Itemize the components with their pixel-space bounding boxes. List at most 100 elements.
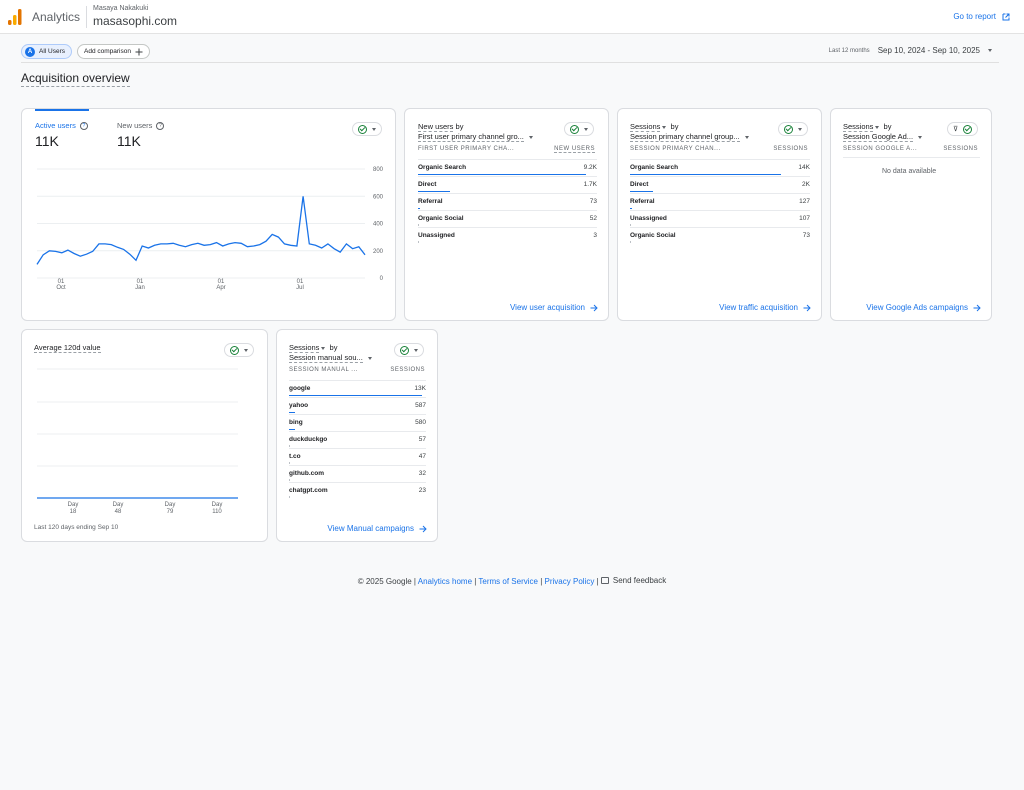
date-range-label: Last 12 months — [828, 47, 870, 54]
x-axis-tick-label: Oct — [56, 285, 66, 291]
row-value: 587 — [415, 402, 426, 409]
header-divider — [86, 6, 87, 28]
row-value-bar — [289, 428, 296, 430]
row-value-bar — [630, 241, 631, 243]
card-title[interactable]: Sessions by Session manual sou... — [289, 343, 372, 363]
row-label: google — [289, 385, 311, 392]
column-header-metric[interactable]: SESSIONS — [943, 146, 978, 152]
row-value: 9.2K — [583, 164, 597, 171]
card-options-button[interactable] — [394, 343, 424, 357]
table-row[interactable]: yahoo 587 — [289, 397, 426, 414]
row-value-bar — [289, 462, 290, 464]
property-name[interactable]: masasophi.com — [93, 14, 177, 28]
column-header-metric[interactable]: NEW USERS — [554, 146, 595, 153]
title-by: by — [670, 122, 679, 131]
row-label: yahoo — [289, 402, 309, 409]
row-value-bar — [289, 445, 290, 447]
card-options-button[interactable]: ⊽ — [947, 122, 979, 136]
sessions-channel-card: Sessions by Session primary channel grou… — [617, 108, 822, 321]
row-value-bar — [289, 394, 422, 396]
x-axis-tick-label: Jan — [135, 285, 145, 291]
table-row[interactable]: google 13K — [289, 380, 426, 397]
row-label: Organic Social — [418, 215, 464, 222]
table-row[interactable]: Unassigned 107 — [630, 210, 810, 227]
row-value: 14K — [798, 164, 810, 171]
table-row[interactable]: Referral 73 — [418, 193, 597, 210]
column-header-dimension: FIRST USER PRIMARY CHA... — [418, 146, 515, 152]
row-value: 3 — [593, 232, 597, 239]
check-circle-icon — [570, 124, 579, 134]
table-row[interactable]: t.co 47 — [289, 448, 426, 465]
row-value: 13K — [414, 385, 426, 392]
add-comparison-button[interactable]: Add comparison — [77, 44, 150, 59]
link-label: View Manual campaigns — [327, 524, 414, 533]
table-row[interactable]: github.com 32 — [289, 465, 426, 482]
row-value-bar — [418, 190, 451, 192]
table-row[interactable]: Organic Search 9.2K — [418, 159, 597, 176]
table-row[interactable]: Referral 127 — [630, 193, 810, 210]
sessions-manual-source-card: Sessions by Session manual sou... SESSIO… — [276, 329, 438, 542]
table-row[interactable]: Organic Social 73 — [630, 227, 810, 244]
chevron-down-icon — [414, 348, 418, 352]
row-value-bar — [289, 496, 290, 498]
top-bar: Analytics Masaya Nakakuki masasophi.com … — [0, 0, 1024, 34]
title-metric: Sessions — [289, 343, 320, 353]
page-title[interactable]: Acquisition overview — [21, 71, 130, 87]
table-row[interactable]: chatgpt.com 23 — [289, 482, 426, 499]
row-value: 23 — [418, 487, 426, 494]
filter-icon[interactable]: ⊽ — [953, 125, 958, 133]
table-row[interactable]: Organic Social 52 — [418, 210, 597, 227]
card-options-button[interactable] — [778, 122, 808, 136]
row-value-bar — [630, 173, 782, 175]
sessions-google-ads-card: Sessions by Session Google Ad... ⊽ SESSI… — [830, 108, 992, 321]
row-label: Direct — [418, 181, 437, 188]
analytics-home-link[interactable]: Analytics home — [418, 577, 472, 586]
title-dimension: Session primary channel group... — [630, 132, 740, 142]
table-row[interactable]: Direct 2K — [630, 176, 810, 193]
row-label: Referral — [630, 198, 655, 205]
footer-separator: | — [474, 577, 477, 586]
x-axis-tick-label: Day — [68, 502, 79, 508]
card-title[interactable]: Sessions by Session primary channel grou… — [630, 122, 749, 142]
all-users-chip[interactable]: A All Users — [21, 44, 73, 59]
analytics-logo-icon[interactable] — [8, 9, 22, 25]
comparison-chips: A All Users Add comparison — [21, 44, 150, 59]
card-options-button[interactable] — [564, 122, 594, 136]
table-row[interactable]: Unassigned 3 — [418, 227, 597, 244]
table-row[interactable]: Organic Search 14K — [630, 159, 810, 176]
chevron-down-icon — [321, 346, 326, 350]
table-row[interactable]: duckduckgo 57 — [289, 431, 426, 448]
card-title[interactable]: New users by First user primary channel … — [418, 122, 533, 142]
row-value-bar — [418, 241, 419, 243]
date-range-picker[interactable]: Last 12 months Sep 10, 2024 - Sep 10, 20… — [829, 46, 992, 55]
row-label: github.com — [289, 470, 325, 477]
row-value: 47 — [418, 453, 426, 460]
send-feedback-button[interactable]: Send feedback — [600, 576, 666, 585]
view-google-ads-campaigns-link[interactable]: View Google Ads campaigns — [866, 303, 981, 312]
view-user-acquisition-link[interactable]: View user acquisition — [510, 303, 598, 312]
new-users-channel-card: New users by First user primary channel … — [404, 108, 609, 321]
row-value: 32 — [418, 470, 426, 477]
check-circle-icon — [400, 345, 409, 355]
row-value: 127 — [799, 198, 810, 205]
view-manual-campaigns-link[interactable]: View Manual campaigns — [327, 524, 427, 533]
privacy-policy-link[interactable]: Privacy Policy — [545, 577, 595, 586]
all-users-label: All Users — [39, 48, 66, 55]
column-header-metric[interactable]: SESSIONS — [773, 146, 808, 152]
y-axis-tick-label: 800 — [373, 167, 384, 173]
title-dimension: Session Google Ad... — [843, 132, 914, 142]
footer-separator: | — [540, 577, 543, 586]
card-title[interactable]: Sessions by Session Google Ad... — [843, 122, 923, 142]
row-value: 2K — [802, 181, 810, 188]
row-value-bar — [289, 479, 290, 481]
account-name[interactable]: Masaya Nakakuki — [93, 5, 148, 12]
table-row[interactable]: bing 580 — [289, 414, 426, 431]
column-header-metric[interactable]: SESSIONS — [390, 367, 425, 373]
table-row[interactable]: Direct 1.7K — [418, 176, 597, 193]
go-to-report-label: Go to report — [953, 12, 996, 21]
view-traffic-acquisition-link[interactable]: View traffic acquisition — [719, 303, 811, 312]
terms-of-service-link[interactable]: Terms of Service — [478, 577, 538, 586]
row-value-bar — [418, 224, 419, 226]
table-divider — [843, 157, 980, 158]
go-to-report-link[interactable]: Go to report — [953, 12, 1010, 21]
